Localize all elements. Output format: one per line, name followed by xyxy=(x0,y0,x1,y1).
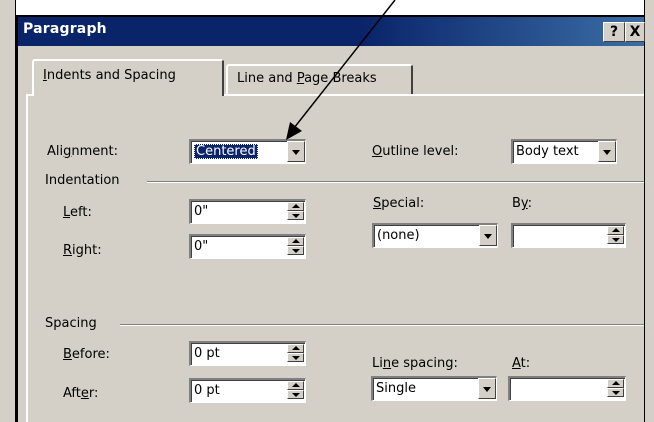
tab-label-part: age Breaks xyxy=(304,71,377,86)
tab-panel-indents-spacing xyxy=(26,94,644,422)
tab-line-and-page-breaks[interactable]: Line and Page Breaks xyxy=(226,64,413,95)
window-frame-right xyxy=(644,0,654,422)
title-bar[interactable]: Paragraph ? X xyxy=(18,17,645,46)
window-frame-left xyxy=(0,0,16,422)
tab-label-part: ndents and Spacing xyxy=(46,68,176,83)
help-button[interactable]: ? xyxy=(603,22,625,42)
tab-accelerator-key: P xyxy=(296,71,305,86)
tab-indents-and-spacing[interactable]: Indents and Spacing xyxy=(32,59,224,96)
close-button[interactable]: X xyxy=(625,22,645,42)
tab-label-part: Line and xyxy=(237,71,297,86)
dialog-title: Paragraph xyxy=(23,21,107,37)
